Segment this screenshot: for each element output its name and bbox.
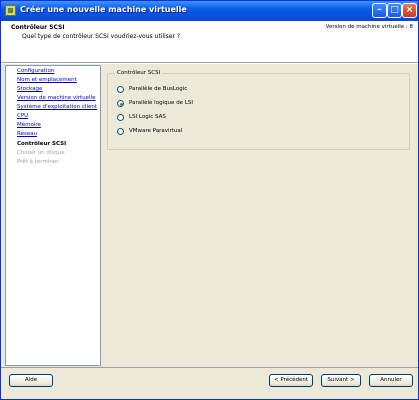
title-bar[interactable]: Créer une nouvelle machine virtuelle – □… [1, 1, 418, 21]
wizard-steps-nav: Configuration Nom et emplacement Stockag… [5, 65, 101, 366]
nav-item-scsi-controller: Contrôleur SCSI [17, 141, 67, 147]
footer-divider [1, 367, 418, 368]
nav-item-name-location[interactable]: Nom et emplacement [17, 77, 77, 83]
back-button[interactable]: < Précédent [269, 374, 313, 387]
nav-item-memory[interactable]: Mémoire [17, 122, 41, 128]
window-title: Créer une nouvelle machine virtuelle [20, 5, 187, 14]
page-title: Contrôleur SCSI [11, 24, 65, 31]
header-divider [1, 63, 418, 64]
radio-button[interactable] [117, 114, 124, 121]
nav-item-network[interactable]: Réseau [17, 131, 37, 137]
option-label[interactable]: VMware Paravirtual [129, 128, 182, 135]
scsi-controller-group: Contrôleur SCSI Parallèle de BusLogic Pa… [107, 70, 410, 150]
radio-button[interactable] [117, 86, 124, 93]
option-label[interactable]: Parallèle de BusLogic [129, 86, 187, 93]
wizard-window: Créer une nouvelle machine virtuelle – □… [0, 0, 419, 400]
close-icon[interactable]: × [402, 3, 417, 18]
radio-button[interactable] [117, 128, 124, 135]
radio-button-selected[interactable] [117, 100, 124, 107]
help-button[interactable]: Aide [9, 374, 53, 387]
nav-item-configuration[interactable]: Configuration [17, 68, 54, 74]
nav-item-ready: Prêt à terminer [17, 159, 59, 165]
page-subtitle: Quel type de contrôleur SCSI voudriez-vo… [22, 33, 181, 40]
main-content: Contrôleur SCSI Parallèle de BusLogic Pa… [103, 65, 415, 366]
cancel-button[interactable]: Annuler [369, 374, 413, 387]
nav-item-cpu[interactable]: CPU [17, 113, 28, 119]
nav-item-storage[interactable]: Stockage [17, 86, 42, 92]
minimize-icon[interactable]: – [372, 3, 387, 18]
nav-item-vm-version[interactable]: Version de machine virtuelle [17, 95, 96, 101]
wizard-header: Contrôleur SCSI Quel type de contrôleur … [1, 21, 418, 63]
option-label[interactable]: LSI Logic SAS [129, 114, 166, 121]
maximize-icon[interactable]: □ [387, 3, 402, 18]
group-label: Contrôleur SCSI [115, 70, 163, 76]
option-label[interactable]: Parallèle logique de LSI [129, 100, 193, 107]
nav-item-select-disk: Choisir un disque [17, 150, 65, 156]
nav-item-guest-os[interactable]: Système d'exploitation client [17, 104, 97, 110]
next-button[interactable]: Suivant > [321, 374, 361, 387]
app-icon [5, 5, 16, 16]
vm-version-label: Version de machine virtuelle : 8 [325, 24, 413, 30]
